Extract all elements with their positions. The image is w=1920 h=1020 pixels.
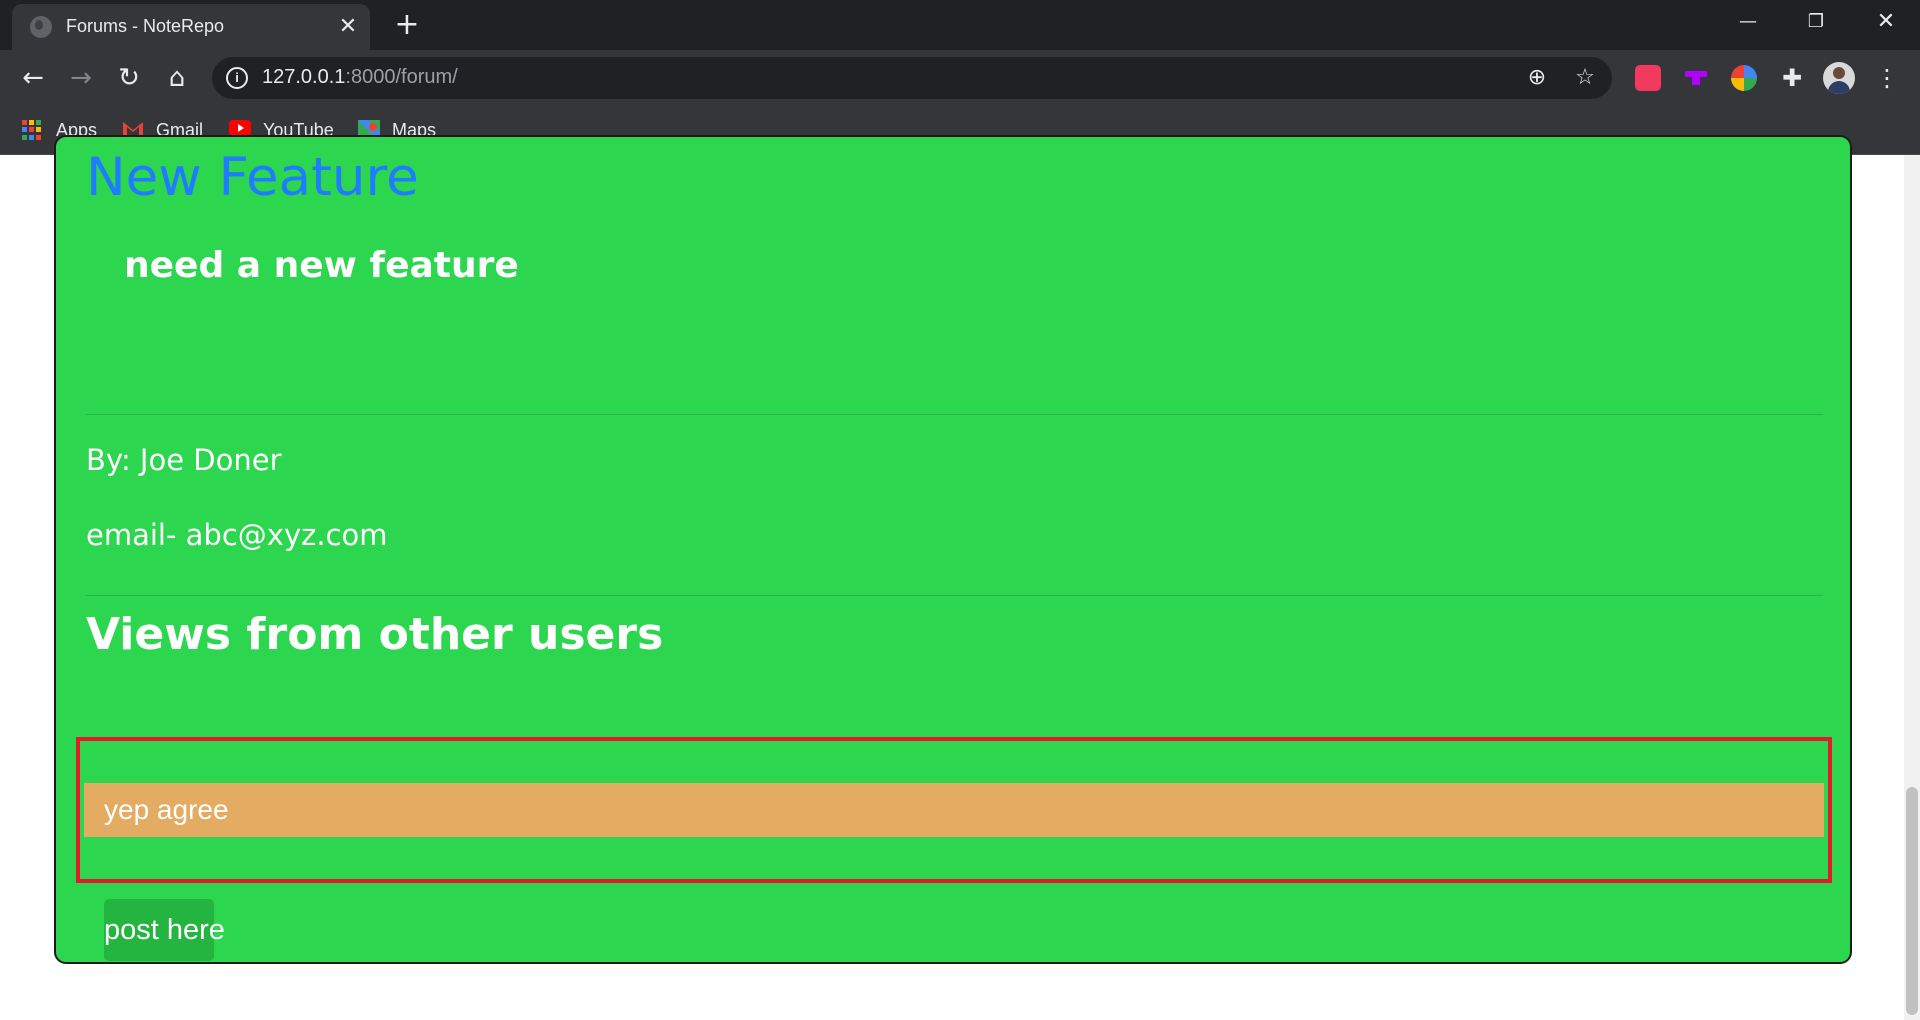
new-tab-icon[interactable]: + [392, 10, 422, 41]
extension-icon[interactable] [1731, 65, 1757, 91]
page-viewport: New Feature need a new feature By: Joe D… [0, 135, 1920, 1020]
restore-icon[interactable]: ❐ [1782, 0, 1850, 44]
url-path: :8000/forum/ [345, 66, 458, 88]
divider [86, 414, 1823, 415]
post-description: need a new feature [124, 245, 519, 286]
browser-tab[interactable]: Forums - NoteRepo ✕ [12, 4, 370, 50]
close-window-icon[interactable]: ✕ [1852, 0, 1920, 44]
browser-titlebar: Forums - NoteRepo ✕ + — ❐ ✕ [0, 0, 1920, 50]
globe-icon [30, 16, 52, 38]
zoom-icon[interactable]: ⊕ [1524, 65, 1550, 91]
extensions-puzzle-icon[interactable]: ✚ [1779, 65, 1805, 91]
browser-toolbar: ← → ↻ ⌂ i 127.0.0.1:8000/forum/ ⊕ ☆ ✚ ⋮ [0, 50, 1920, 106]
forward-icon[interactable]: → [66, 63, 96, 93]
site-info-icon[interactable]: i [226, 67, 248, 89]
comment-item: yep agree [84, 783, 1824, 837]
post-comment-button[interactable]: post here [104, 899, 225, 961]
divider [86, 595, 1823, 596]
menu-kebab-icon[interactable]: ⋮ [1872, 63, 1902, 93]
profile-avatar[interactable] [1823, 62, 1855, 94]
reload-icon[interactable]: ↻ [114, 63, 144, 93]
comments-heading: Views from other users [86, 609, 664, 660]
extension-icon[interactable] [1683, 65, 1709, 91]
close-tab-icon[interactable]: ✕ [334, 13, 362, 41]
bookmark-star-icon[interactable]: ☆ [1572, 65, 1598, 91]
apps-grid-icon [22, 120, 42, 140]
post-title[interactable]: New Feature [86, 147, 419, 208]
post-author: By: Joe Doner [86, 443, 282, 477]
home-icon[interactable]: ⌂ [162, 63, 192, 93]
url-host: 127.0.0.1 [262, 66, 346, 88]
forum-post-card: New Feature need a new feature By: Joe D… [54, 135, 1852, 964]
back-icon[interactable]: ← [18, 63, 48, 93]
tab-title: Forums - NoteRepo [66, 16, 225, 36]
minimize-icon[interactable]: — [1714, 0, 1782, 44]
extension-icon[interactable] [1635, 65, 1661, 91]
comments-list: yep agree [76, 737, 1832, 883]
address-bar[interactable]: i 127.0.0.1:8000/forum/ ⊕ ☆ [212, 57, 1612, 99]
url-text[interactable]: 127.0.0.1:8000/forum/ [262, 66, 458, 89]
page-scrollbar[interactable] [1904, 155, 1920, 1020]
post-email: email- abc@xyz.com [86, 518, 388, 552]
scrollbar-thumb[interactable] [1906, 787, 1918, 1015]
